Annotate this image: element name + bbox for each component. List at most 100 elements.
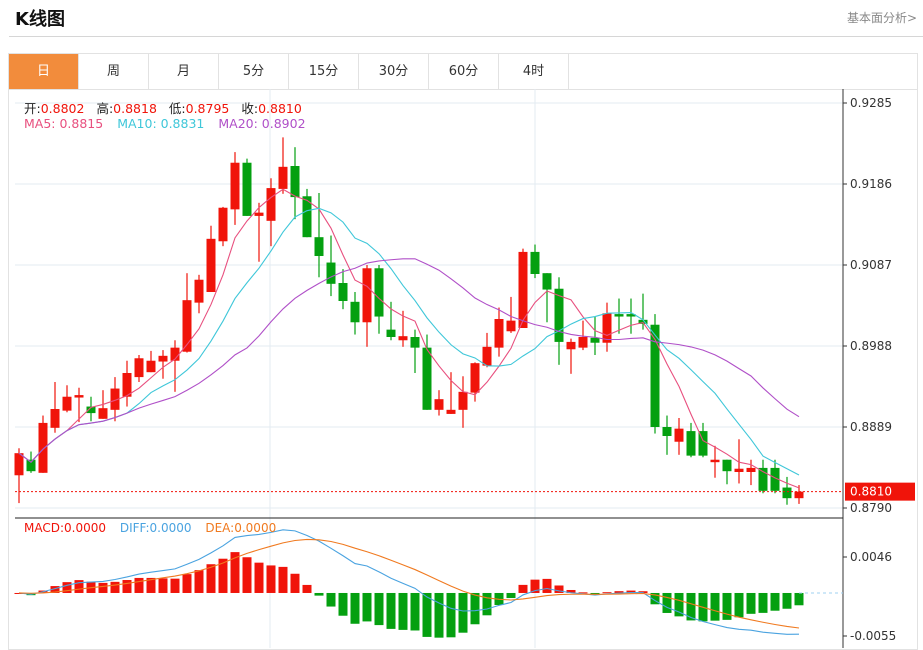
- macd-tick-label: -0.0055: [850, 629, 896, 643]
- macd-bar: [782, 592, 792, 609]
- macd-bar: [122, 580, 132, 593]
- macd-bar: [182, 574, 192, 593]
- candle-up: [38, 415, 48, 473]
- candle-body: [230, 162, 240, 210]
- candle-body: [146, 360, 156, 373]
- macd-bar: [278, 566, 288, 593]
- macd-bar: [266, 565, 276, 593]
- macd-bar: [758, 592, 768, 613]
- candle-body: [578, 337, 588, 348]
- candle-body: [290, 166, 300, 198]
- candle-body: [410, 337, 420, 348]
- macd-bar: [242, 557, 252, 593]
- macd-bar: [734, 592, 744, 618]
- candle-body: [746, 467, 756, 472]
- macd-bar: [662, 592, 672, 613]
- candle-up: [734, 439, 744, 484]
- candle-up: [62, 385, 72, 413]
- close-label: 收:: [241, 101, 259, 116]
- candle-body: [314, 237, 324, 256]
- candle-up: [170, 340, 180, 392]
- candle-body: [458, 391, 468, 410]
- candle-up: [194, 274, 204, 314]
- macd-bar: [746, 592, 756, 614]
- candle-up: [458, 376, 468, 428]
- candle-down: [554, 277, 564, 365]
- candle-body: [242, 162, 252, 216]
- candle-down: [350, 292, 360, 335]
- candle-body: [614, 314, 624, 317]
- macd-bar: [770, 592, 780, 611]
- candle-body: [254, 212, 264, 216]
- macd-bar: [710, 592, 720, 621]
- macd-bar: [794, 592, 804, 606]
- candle-down: [590, 316, 600, 355]
- candle-up: [134, 355, 144, 382]
- candle-body: [98, 408, 108, 419]
- candle-body: [218, 207, 228, 242]
- macd-bar: [338, 592, 348, 616]
- candle-down: [626, 298, 636, 334]
- candle-up: [206, 225, 216, 292]
- candle-down: [326, 235, 336, 297]
- price-tick-label: 0.9186: [850, 177, 892, 191]
- macd-bar: [158, 578, 168, 593]
- macd-bar: [290, 573, 300, 593]
- macd-legend: MACD:0.0000 DIFF:0.0000 DEA:0.0000: [24, 521, 286, 535]
- candle-down: [86, 396, 96, 422]
- macd-bar: [362, 592, 372, 622]
- macd-bar: [482, 592, 492, 616]
- macd-bar: [458, 592, 468, 633]
- candle-body: [278, 166, 288, 189]
- candle-up: [230, 152, 240, 225]
- candle-body: [482, 346, 492, 366]
- high-value: 0.8818: [113, 101, 157, 116]
- current-price-label: 0.8810: [850, 485, 892, 499]
- low-label: 低:: [168, 101, 186, 116]
- candle-up: [566, 338, 576, 374]
- ma-legend: MA5: 0.8815 MA10: 0.8831 MA20: 0.8902: [24, 116, 316, 131]
- macd-bar: [542, 578, 552, 593]
- candle-down: [686, 422, 696, 458]
- candle-up: [122, 360, 132, 407]
- diff-legend-value: DIFF:0.0000: [119, 521, 192, 535]
- macd-bar: [446, 592, 456, 638]
- candle-body: [506, 320, 516, 332]
- candle-body: [710, 459, 720, 463]
- macd-bar: [434, 592, 444, 638]
- candle-up: [146, 350, 156, 373]
- macd-bar: [110, 581, 120, 593]
- macd-bar: [254, 562, 264, 593]
- price-tick-label: 0.9285: [850, 96, 892, 110]
- macd-bar: [470, 592, 480, 625]
- candle-down: [290, 147, 300, 220]
- candle-body: [194, 279, 204, 303]
- macd-bar: [410, 592, 420, 631]
- candle-body: [782, 487, 792, 499]
- close-value: 0.8810: [258, 101, 302, 116]
- ma5-line: [18, 188, 800, 489]
- macd-bar: [350, 592, 360, 624]
- candle-up: [362, 265, 372, 347]
- candle-body: [266, 188, 276, 221]
- ma5-legend: MA5: 0.8815: [24, 116, 104, 131]
- macd-bar: [170, 578, 180, 593]
- candle-body: [470, 363, 480, 393]
- candle-body: [338, 283, 348, 301]
- candle-down: [662, 415, 672, 455]
- macd-bar: [134, 577, 144, 593]
- open-label: 开:: [24, 101, 41, 116]
- candle-up: [266, 178, 276, 247]
- macd-tick-label: 0.0046: [850, 550, 892, 564]
- candle-body: [494, 319, 504, 348]
- candle-body: [566, 341, 576, 350]
- candle-down: [758, 459, 768, 494]
- candle-up: [494, 307, 504, 357]
- price-tick-label: 0.9087: [850, 258, 892, 272]
- price-tick-label: 0.8790: [850, 501, 892, 515]
- macd-bar: [374, 592, 384, 626]
- candle-body: [734, 468, 744, 472]
- candle-up: [470, 362, 480, 402]
- open-value: 0.8802: [40, 101, 85, 116]
- candle-body: [542, 273, 552, 290]
